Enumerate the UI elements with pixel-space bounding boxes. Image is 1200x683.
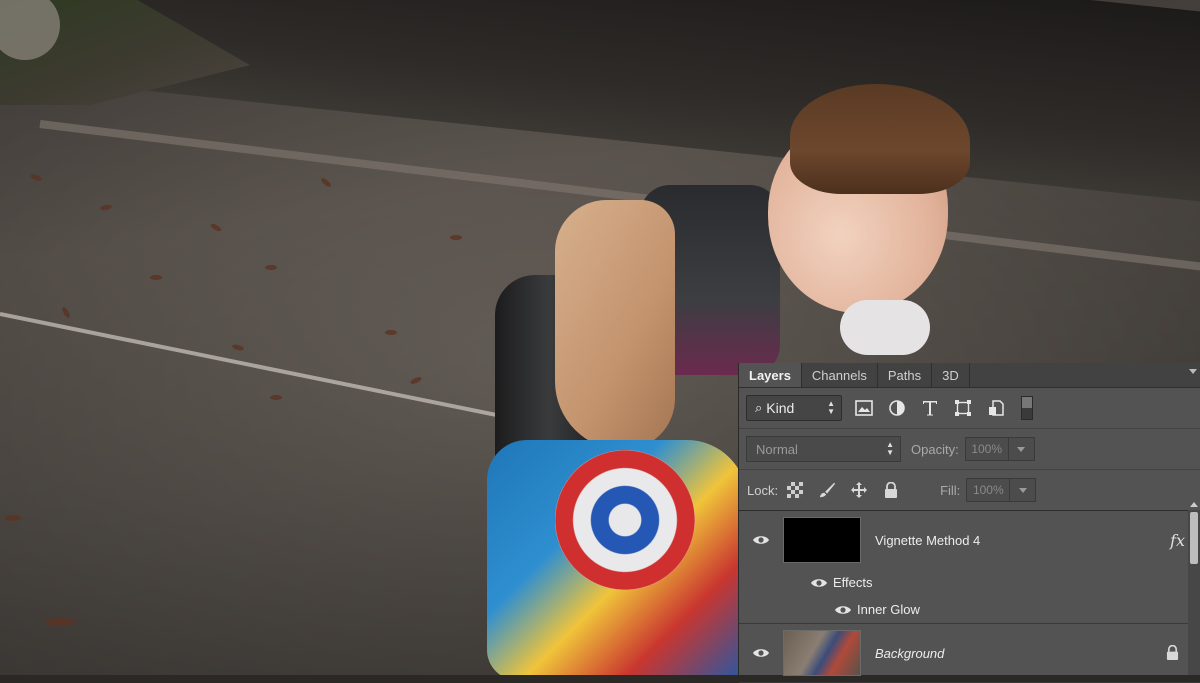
layers-scrollbar[interactable] (1188, 510, 1200, 675)
fill-input[interactable]: 100% (966, 478, 1011, 502)
inner-glow-row[interactable]: Inner Glow (739, 596, 1200, 624)
kind-filter-label: Kind (766, 400, 795, 416)
parking-line (0, 312, 550, 428)
opacity-label: Opacity: (911, 441, 959, 457)
layer-row-vignette[interactable]: Vignette Method 4 fx (739, 511, 1200, 569)
panel-tabbar: Layers Channels Paths 3D (739, 363, 1200, 388)
background-wall (60, 0, 1200, 219)
tab-paths[interactable]: Paths (878, 363, 933, 387)
leaf (409, 375, 423, 386)
panel-menu-icon[interactable] (1189, 369, 1197, 374)
smart-object-filter-icon[interactable] (985, 397, 1007, 419)
kid-hand (840, 300, 930, 355)
leaf (150, 275, 162, 280)
layer-lock-icon (1166, 644, 1179, 666)
layer-thumbnail[interactable] (783, 517, 861, 563)
layer-name[interactable]: Vignette Method 4 (875, 533, 980, 548)
lock-all-icon[interactable] (882, 481, 900, 499)
shield-emblem (555, 450, 695, 590)
leaf (99, 203, 113, 212)
layer-row-background[interactable]: Background (739, 624, 1200, 683)
stepper-icon: ▲ ▼ (886, 440, 894, 457)
kid-arm (555, 200, 675, 450)
leaf (5, 515, 21, 521)
scroll-up-arrow-icon[interactable] (1190, 502, 1198, 507)
visibility-eye-icon[interactable] (809, 577, 829, 589)
scrollbar-thumb[interactable] (1190, 512, 1198, 564)
leaf (265, 265, 277, 270)
tab-channels[interactable]: Channels (802, 363, 878, 387)
stepper-icon: ▲ ▼ (827, 399, 835, 416)
leaf (385, 330, 397, 335)
kid-hair (790, 84, 970, 194)
shape-filter-icon[interactable] (952, 397, 974, 419)
tab-3d[interactable]: 3D (932, 363, 970, 387)
layer-name[interactable]: Background (875, 646, 944, 661)
leaf (231, 343, 245, 352)
layers-panel: Layers Channels Paths 3D ⌕ Kind ▲ ▼ Norm… (738, 363, 1200, 683)
lock-row: Lock: Fill: 100% (739, 470, 1200, 511)
adjustment-filter-icon[interactable] (886, 397, 908, 419)
leaf (270, 395, 282, 400)
kind-filter-select[interactable]: ⌕ Kind ▲ ▼ (746, 395, 842, 421)
blend-mode-value: Normal (756, 441, 798, 457)
fx-icon[interactable]: fx (1170, 531, 1185, 550)
brush-icon[interactable] (818, 481, 836, 499)
fill-dropdown-button[interactable] (1010, 478, 1037, 502)
blend-row: Normal ▲ ▼ Opacity: 100% (739, 429, 1200, 470)
effects-label: Effects (833, 575, 873, 590)
opacity-dropdown-button[interactable] (1008, 437, 1035, 461)
lock-transparent-pixels-icon[interactable] (786, 481, 804, 499)
leaf (319, 176, 333, 189)
tab-layers[interactable]: Layers (739, 363, 802, 387)
filter-row: ⌕ Kind ▲ ▼ (739, 388, 1200, 429)
move-icon[interactable] (850, 481, 868, 499)
effects-row[interactable]: Effects (739, 569, 1200, 596)
opacity-input[interactable]: 100% (964, 437, 1009, 461)
visibility-eye-icon[interactable] (739, 647, 783, 659)
blend-mode-select[interactable]: Normal ▲ ▼ (746, 436, 901, 462)
visibility-eye-icon[interactable] (739, 534, 783, 546)
leaf (45, 618, 75, 626)
visibility-eye-icon[interactable] (833, 604, 853, 616)
pixel-filter-icon[interactable] (853, 397, 875, 419)
chevron-down-icon (1017, 446, 1026, 452)
inner-glow-label: Inner Glow (857, 602, 920, 617)
filter-toggle-switch[interactable] (1021, 396, 1033, 420)
layer-thumbnail[interactable] (783, 630, 861, 676)
chevron-down-icon (1018, 487, 1027, 493)
leaf (209, 222, 223, 233)
layers-list: Vignette Method 4 fx Effects Inner Glow … (739, 511, 1200, 683)
lock-label: Lock: (747, 482, 779, 498)
leaf (60, 306, 72, 319)
leaf (29, 173, 43, 182)
search-icon: ⌕ (755, 400, 763, 415)
type-filter-icon[interactable] (919, 397, 941, 419)
leaf (450, 235, 462, 240)
fill-label: Fill: (940, 482, 961, 498)
